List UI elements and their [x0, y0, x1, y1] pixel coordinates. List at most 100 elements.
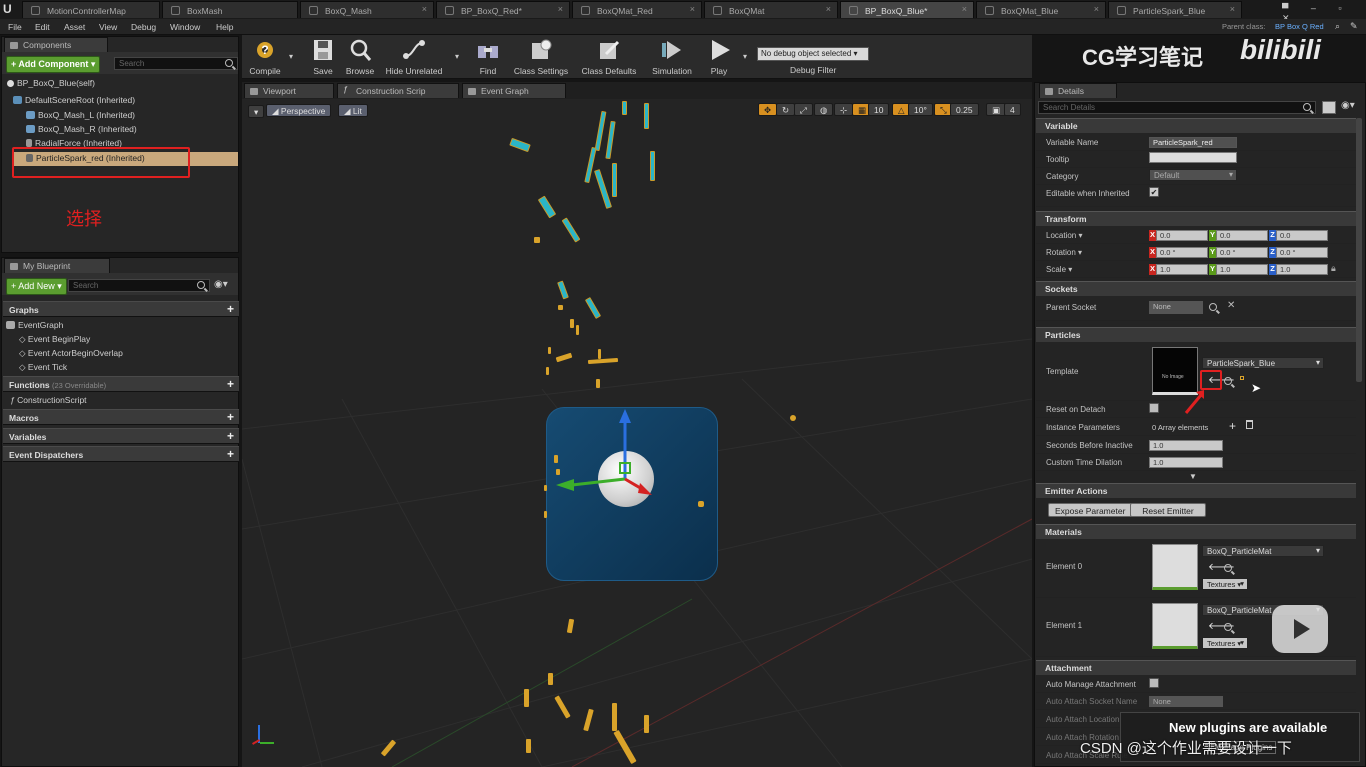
add-component-button[interactable]: + Add Component ▾: [6, 56, 101, 73]
close-icon[interactable]: ×: [1230, 4, 1235, 14]
template-select[interactable]: ParticleSpark_Blue: [1202, 357, 1324, 369]
class-defaults-button[interactable]: Class Defaults: [577, 36, 641, 78]
macros-section[interactable]: Macros +: [3, 409, 239, 425]
material-thumbnail[interactable]: [1152, 544, 1198, 590]
hide-unrelated-chevron[interactable]: ▾: [455, 52, 459, 61]
world-icon[interactable]: ◍: [814, 103, 834, 116]
menu-edit[interactable]: Edit: [35, 22, 50, 32]
section-emitter-actions[interactable]: Emitter Actions: [1036, 483, 1356, 498]
close-icon[interactable]: ×: [962, 4, 967, 14]
component-root[interactable]: BP_BoxQ_Blue(self): [7, 78, 95, 88]
tab-boxqmat-blue[interactable]: BoxQMat_Blue ×: [976, 1, 1106, 18]
close-icon[interactable]: ×: [690, 4, 695, 14]
find-button[interactable]: Find: [472, 36, 504, 78]
expand-advanced-icon[interactable]: ▼: [1189, 472, 1197, 481]
textures-button[interactable]: Textures ▾: [1202, 578, 1248, 590]
add-variable-icon[interactable]: +: [227, 429, 234, 443]
wrench-icon[interactable]: ✎: [1350, 21, 1358, 32]
scale-z[interactable]: 1.0: [1276, 264, 1328, 275]
add-function-icon[interactable]: +: [227, 377, 234, 391]
browse-asset-icon[interactable]: [1224, 623, 1232, 631]
functions-section[interactable]: Functions (23 Overridable) +: [3, 376, 239, 392]
search-icon[interactable]: [1303, 103, 1311, 111]
menu-view[interactable]: View: [99, 22, 117, 32]
browse-asset-icon[interactable]: [1224, 377, 1232, 385]
rotate-icon[interactable]: ↻: [776, 103, 796, 116]
reset-emitter-button[interactable]: Reset Emitter: [1130, 503, 1206, 517]
rotation-x[interactable]: 0.0 °: [1156, 247, 1208, 258]
close-icon[interactable]: ×: [1094, 4, 1099, 14]
auto-attach-socket-field[interactable]: None: [1149, 696, 1223, 707]
scale-icon[interactable]: ⤢: [794, 103, 813, 116]
parent-socket-field[interactable]: None: [1149, 301, 1203, 314]
graphs-section[interactable]: Graphs +: [3, 301, 239, 317]
debug-object-select[interactable]: No debug object selected ▾: [757, 47, 869, 61]
tab-particlespark-blue[interactable]: ParticleSpark_Blue ×: [1108, 1, 1242, 18]
scale-size[interactable]: 0.25: [950, 103, 979, 116]
menu-file[interactable]: File: [8, 22, 22, 32]
section-variable[interactable]: Variable: [1036, 118, 1356, 133]
close-icon[interactable]: ×: [422, 4, 427, 14]
section-transform[interactable]: Transform: [1036, 211, 1356, 226]
angle-size[interactable]: 10°: [908, 103, 933, 116]
tab-viewport[interactable]: Viewport: [244, 83, 334, 98]
material-thumbnail[interactable]: [1152, 603, 1198, 649]
simulation-button[interactable]: Simulation: [647, 36, 697, 78]
category-select[interactable]: Default: [1149, 169, 1237, 181]
component-default-scene-root[interactable]: DefaultSceneRoot (Inherited): [13, 95, 135, 105]
tab-my-blueprint[interactable]: My Blueprint: [4, 258, 110, 273]
tab-details[interactable]: Details: [1039, 83, 1117, 98]
grid-size[interactable]: 10: [868, 103, 890, 116]
blueprint-search-input[interactable]: Search: [68, 279, 210, 292]
lit-button[interactable]: ◢ Lit: [338, 104, 368, 117]
camera-speed[interactable]: 4: [1004, 103, 1021, 116]
save-button[interactable]: Save: [306, 36, 340, 78]
event-tick[interactable]: ◇ Event Tick: [19, 362, 67, 373]
tab-bp-boxq-red[interactable]: BP_BoxQ_Red* ×: [436, 1, 570, 18]
tab-components[interactable]: Components: [4, 37, 108, 52]
tab-bp-boxq-blue[interactable]: BP_BoxQ_Blue* ×: [840, 1, 974, 18]
section-particles[interactable]: Particles: [1036, 327, 1356, 342]
location-y[interactable]: 0.0: [1216, 230, 1268, 241]
scale-x[interactable]: 1.0: [1156, 264, 1208, 275]
reset-on-detach-checkbox[interactable]: [1149, 403, 1159, 413]
play-options-chevron[interactable]: ▾: [743, 52, 747, 61]
tooltip-field[interactable]: [1149, 152, 1237, 163]
search-icon[interactable]: [197, 281, 205, 289]
search-icon[interactable]: ⌕: [1335, 21, 1340, 32]
browse-button[interactable]: Browse: [342, 36, 378, 78]
details-search-input[interactable]: Search Details: [1038, 101, 1316, 114]
components-search-input[interactable]: Search: [114, 57, 238, 70]
variables-section[interactable]: Variables +: [3, 428, 239, 444]
details-scrollbar[interactable]: [1356, 118, 1362, 382]
compile-options-chevron[interactable]: ▾: [289, 52, 293, 61]
menu-asset[interactable]: Asset: [64, 22, 85, 32]
component-boxq-mash-r[interactable]: BoxQ_Mash_R (Inherited): [26, 124, 137, 134]
variable-name-field[interactable]: ParticleSpark_red: [1149, 137, 1237, 148]
expose-parameter-button[interactable]: Expose Parameter: [1048, 503, 1133, 517]
menu-help[interactable]: Help: [216, 22, 233, 32]
translate-icon[interactable]: ✥: [758, 103, 778, 116]
menu-window[interactable]: Window: [170, 22, 200, 32]
element-0-select[interactable]: BoxQ_ParticleMat: [1202, 545, 1324, 557]
add-macro-icon[interactable]: +: [227, 410, 234, 424]
property-matrix-icon[interactable]: [1322, 101, 1336, 114]
add-element-icon[interactable]: +: [1229, 419, 1236, 433]
search-icon[interactable]: [1209, 303, 1217, 311]
clear-icon[interactable]: ✕: [1227, 300, 1235, 311]
play-button[interactable]: Play: [702, 36, 736, 78]
event-begin-play[interactable]: ◇ Event BeginPlay: [19, 334, 90, 345]
close-icon[interactable]: ×: [558, 4, 563, 14]
compile-button[interactable]: ? Compile: [246, 36, 284, 78]
event-graph-item[interactable]: EventGraph: [6, 320, 63, 330]
parent-class-link[interactable]: BP Box Q Red: [1275, 22, 1324, 31]
section-materials[interactable]: Materials: [1036, 524, 1356, 539]
tab-motion-controller-map[interactable]: MotionControllerMap: [22, 1, 160, 18]
location-z[interactable]: 0.0: [1276, 230, 1328, 241]
auto-manage-checkbox[interactable]: [1149, 678, 1159, 688]
event-actor-begin-overlap[interactable]: ◇ Event ActorBeginOverlap: [19, 348, 123, 359]
menu-debug[interactable]: Debug: [131, 22, 156, 32]
tab-construction-script[interactable]: ƒ Construction Scrip: [337, 83, 459, 98]
surface-snap-icon[interactable]: ⊹: [834, 103, 854, 116]
tab-boxq-mash[interactable]: BoxQ_Mash ×: [300, 1, 434, 18]
